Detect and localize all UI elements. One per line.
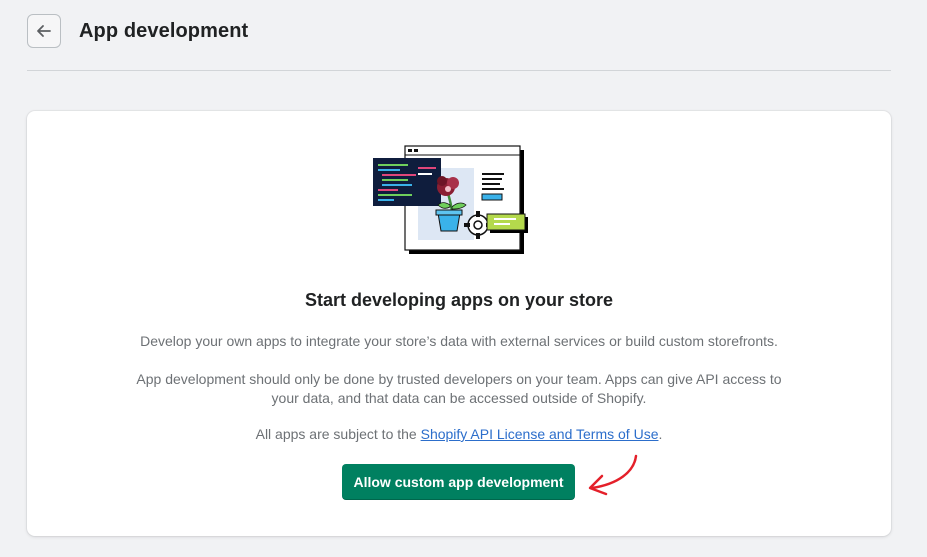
terms-suffix: .	[658, 426, 663, 442]
warning-text: App development should only be done by t…	[136, 371, 782, 406]
back-button[interactable]	[27, 14, 61, 48]
terms-text: All apps are subject to the Shopify API …	[119, 425, 799, 444]
arrow-left-icon	[35, 22, 53, 40]
app-window-illustration	[373, 145, 528, 254]
header-divider	[27, 70, 891, 71]
annotation-arrow-icon	[588, 454, 638, 496]
empty-state-card: Start developing apps on your store Deve…	[27, 111, 891, 536]
description-text: Develop your own apps to integrate your …	[140, 333, 778, 349]
empty-state-title: Start developing apps on your store	[304, 290, 614, 310]
page-title: App development	[79, 20, 249, 42]
terms-prefix: All apps are subject to the	[255, 426, 421, 442]
terms-link[interactable]: Shopify API License and Terms of Use	[421, 426, 659, 442]
allow-custom-app-development-button[interactable]: Allow custom app development	[342, 464, 575, 500]
